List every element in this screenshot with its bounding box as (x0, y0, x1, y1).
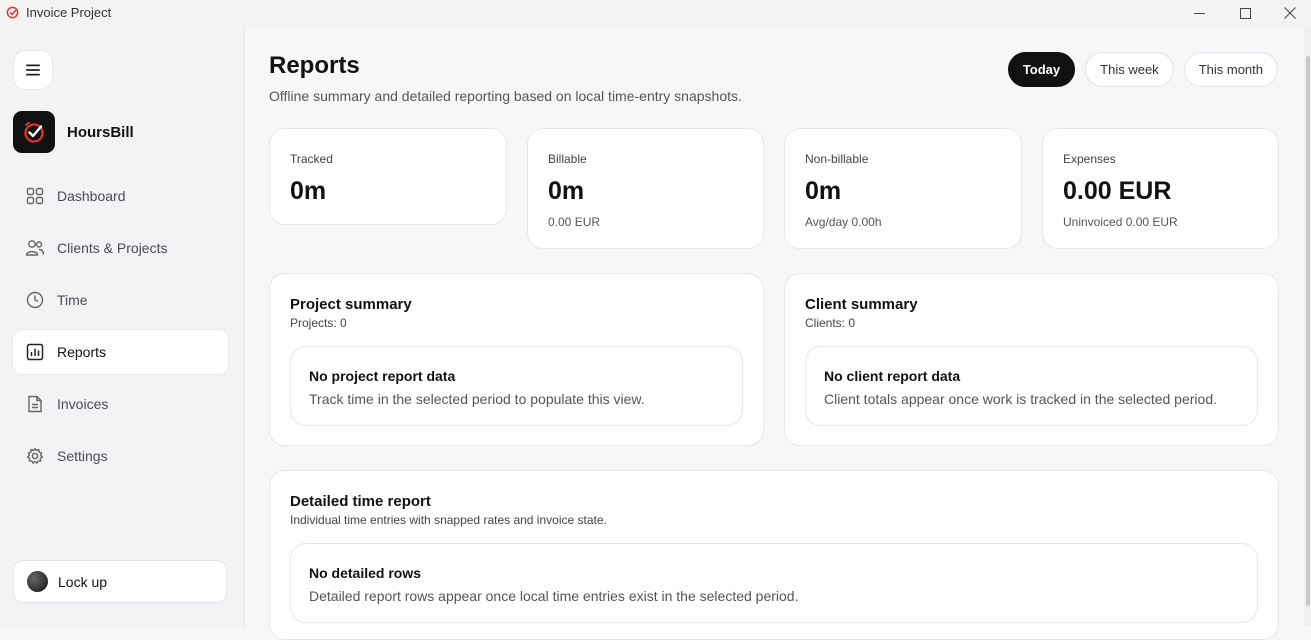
sidebar-item-label: Reports (57, 344, 107, 360)
section-title: Detailed time report (290, 493, 431, 510)
client-empty-state: No client report data Client totals appe… (805, 346, 1258, 426)
app-logo-icon (6, 6, 19, 19)
range-this-week-button[interactable]: This week (1085, 52, 1174, 87)
sidebar-nav: Dashboard Clients & Projects Time Report… (13, 174, 228, 486)
main-content: Reports Offline summary and detailed rep… (245, 26, 1304, 640)
sidebar-item-time[interactable]: Time (13, 278, 228, 322)
section-title: Client summary (805, 296, 918, 313)
sidebar-item-invoices[interactable]: Invoices (13, 382, 228, 426)
sidebar-item-dashboard[interactable]: Dashboard (13, 174, 228, 218)
empty-state-description: Detailed report rows appear once local t… (309, 588, 799, 604)
stat-card-tracked: Tracked 0m (269, 128, 507, 225)
range-today-button[interactable]: Today (1007, 52, 1076, 87)
grid-icon (25, 186, 45, 206)
stat-sub: 0.00 EUR (548, 215, 601, 229)
close-icon (1284, 7, 1296, 19)
close-button[interactable] (1267, 0, 1311, 26)
menu-toggle-button[interactable] (13, 50, 53, 90)
window-titlebar: Invoice Project (0, 0, 1311, 26)
client-summary-card: Client summary Clients: 0 No client repo… (784, 273, 1279, 446)
detailed-report-card: Detailed time report Individual time ent… (269, 470, 1279, 640)
sidebar-item-label: Clients & Projects (57, 240, 168, 256)
scrollbar[interactable] (1304, 26, 1311, 626)
stat-value: 0m (548, 177, 585, 205)
document-icon (25, 394, 45, 414)
stat-label: Expenses (1063, 152, 1116, 166)
range-this-month-button[interactable]: This month (1183, 52, 1278, 87)
page-subtitle: Offline summary and detailed reporting b… (269, 88, 742, 104)
clock-icon (25, 290, 45, 310)
sidebar-item-label: Settings (57, 448, 108, 464)
project-count: Projects: 0 (290, 316, 347, 330)
minimize-button[interactable] (1176, 0, 1222, 26)
stat-label: Non-billable (805, 152, 869, 166)
stat-card-non-billable: Non-billable 0m Avg/day 0.00h (784, 128, 1022, 249)
gear-icon (25, 446, 45, 466)
page-title: Reports (269, 52, 360, 79)
stat-label: Tracked (290, 152, 333, 166)
window-title: Invoice Project (26, 5, 112, 20)
section-subtitle: Individual time entries with snapped rat… (290, 513, 607, 527)
minimize-icon (1193, 12, 1205, 14)
stat-value: 0.00 EUR (1063, 177, 1172, 205)
maximize-icon (1239, 7, 1251, 19)
stat-card-expenses: Expenses 0.00 EUR Uninvoiced 0.00 EUR (1042, 128, 1279, 249)
hamburger-icon (26, 64, 40, 76)
stat-sub: Uninvoiced 0.00 EUR (1063, 215, 1178, 229)
bar-chart-icon (25, 342, 45, 362)
scrollbar-thumb[interactable] (1306, 56, 1310, 606)
brand: HoursBill (13, 111, 134, 153)
empty-state-title: No detailed rows (309, 565, 422, 581)
empty-state-title: No project report data (309, 368, 456, 384)
brand-check-clock-icon (24, 121, 44, 143)
lock-up-button[interactable]: Lock up (13, 560, 227, 603)
sidebar-item-reports[interactable]: Reports (13, 330, 228, 374)
empty-state-description: Client totals appear once work is tracke… (824, 391, 1217, 407)
project-empty-state: No project report data Track time in the… (290, 346, 743, 426)
stat-card-billable: Billable 0m 0.00 EUR (527, 128, 764, 249)
section-title: Project summary (290, 296, 412, 313)
sidebar-item-clients-projects[interactable]: Clients & Projects (13, 226, 228, 270)
empty-state-title: No client report data (824, 368, 961, 384)
brand-logo (13, 111, 55, 153)
sidebar-item-label: Invoices (57, 396, 109, 412)
sidebar: HoursBill Dashboard Clients & Projects T… (0, 26, 245, 626)
range-selector: Today This week This month (1007, 52, 1278, 87)
stat-value: 0m (290, 177, 327, 205)
sidebar-item-label: Time (57, 292, 88, 308)
empty-state-description: Track time in the selected period to pop… (309, 391, 645, 407)
sidebar-item-label: Dashboard (57, 188, 126, 204)
stat-sub: Avg/day 0.00h (805, 215, 882, 229)
client-count: Clients: 0 (805, 316, 856, 330)
project-summary-card: Project summary Projects: 0 No project r… (269, 273, 764, 446)
stat-label: Billable (548, 152, 587, 166)
detailed-empty-state: No detailed rows Detailed report rows ap… (290, 543, 1258, 623)
stat-value: 0m (805, 177, 842, 205)
avatar (27, 571, 48, 592)
lock-up-label: Lock up (58, 573, 108, 590)
brand-name: HoursBill (67, 123, 134, 141)
sidebar-item-settings[interactable]: Settings (13, 434, 228, 478)
users-icon (25, 238, 45, 258)
maximize-button[interactable] (1222, 0, 1268, 26)
